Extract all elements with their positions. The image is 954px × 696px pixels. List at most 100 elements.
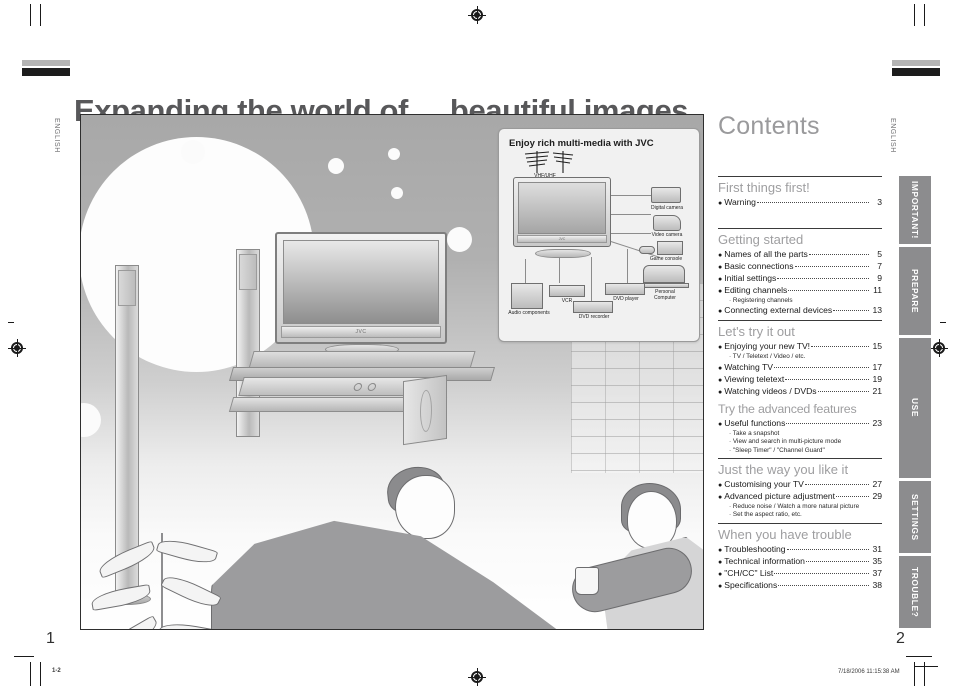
tone-bar-right [892, 60, 940, 76]
toc-entry[interactable]: ● Watching TV 17 [718, 362, 882, 374]
bubble-4 [388, 148, 400, 160]
link-video-camera [611, 214, 651, 215]
bullet-icon: ● [718, 288, 723, 295]
bullet-icon: ● [718, 252, 723, 259]
toc-section: Just the way you like it ● Customising you… [718, 458, 882, 520]
speaker-cone [420, 389, 432, 433]
man-head [395, 475, 455, 539]
toc-section-heading: Try the advanced features [718, 401, 857, 416]
link-digital-camera [611, 195, 651, 196]
index-tab-use[interactable]: USE [899, 338, 931, 478]
bullet-icon: ● [718, 376, 723, 384]
index-tab-label: TROUBLE? [910, 566, 920, 618]
toc-entry[interactable]: ● Customising your TV 27 [718, 479, 882, 491]
registration-mark-right [930, 339, 948, 357]
link-dvd-recorder [591, 257, 593, 301]
toc-entry-label: Useful functions [724, 417, 786, 428]
crop-mark-br-h [906, 656, 932, 657]
index-tab-trouble[interactable]: TROUBLE? [899, 556, 931, 628]
toc-section-heading: First things first! [718, 180, 810, 195]
tone-bar-left [22, 60, 70, 76]
footer-signature: 1-2 [52, 668, 61, 674]
toc-entry[interactable]: ● Connecting external devices 13 [718, 305, 882, 317]
toc-entry-page: 15 [872, 341, 882, 352]
toc-entry[interactable]: ● Viewing teletext 19 [718, 374, 882, 386]
diagram-tv-logo: JVC [517, 235, 607, 243]
living-room-tv: JVC [275, 232, 447, 344]
crop-mark-br-h2 [914, 666, 938, 667]
bullet-icon: ● [718, 482, 723, 490]
bubble-1 [181, 140, 205, 164]
toc-entry-page: 27 [872, 479, 882, 490]
label-video-camera: Video camera [651, 232, 683, 238]
toc-entry-page: 3 [877, 197, 882, 207]
toc-entry[interactable]: ● Troubleshooting 31 [718, 544, 882, 556]
crop-mark-bl-h [14, 656, 34, 657]
leader-dots [808, 254, 869, 255]
leader-dots [774, 572, 869, 574]
toc-subentry: Set the aspect ratio, etc. [729, 511, 882, 519]
toc-subentry: TV / Teletext / Video / etc. [729, 353, 882, 361]
toc-entry-label: Specifications [724, 579, 778, 590]
crop-mark-tl-v2 [40, 4, 41, 26]
link-dvd-player [627, 249, 629, 283]
toc-entry[interactable]: ● Editing channels 11 [718, 285, 882, 297]
index-tab-label: PREPARE [910, 268, 920, 314]
toc-entry[interactable]: ● Specifications 38 [718, 580, 882, 592]
toc-subentry: Take a snapshot [729, 430, 882, 438]
index-tab-label: IMPORTANT! [910, 181, 920, 239]
label-digital-camera: Digital camera [651, 205, 683, 211]
drinking-cup [575, 567, 599, 595]
registration-mark-bottom [468, 668, 486, 686]
toc-section: Let's try it out ● Enjoying your new TV! 15… [718, 320, 882, 397]
toc-entry-label: "CH/CC" List [724, 567, 774, 578]
crop-mark-l-h [8, 322, 14, 323]
toc-entry[interactable]: ● Enjoying your new TV! 15 [718, 341, 882, 353]
leader-dots [756, 202, 869, 203]
index-tab-settings[interactable]: SETTINGS [899, 481, 931, 553]
index-tab-prepare[interactable]: PREPARE [899, 247, 931, 335]
toc-subentry: Reduce noise / Watch a more natural pict… [729, 503, 882, 511]
audio-components-icon [511, 283, 543, 309]
tv-screen [283, 240, 439, 324]
bullet-icon: ● [718, 308, 723, 316]
language-tag-left: ENGLISH [53, 118, 60, 153]
toc-section-heading: Just the way you like it [718, 462, 849, 478]
bullet-icon: ● [718, 420, 723, 428]
tv-bezel-bottom: JVC [281, 326, 441, 338]
toc-entry[interactable]: ● Technical information 35 [718, 556, 882, 568]
toc-entry-page: 29 [872, 491, 882, 502]
crop-mark-tr-v [914, 4, 915, 26]
crop-mark-bl-v2 [40, 662, 41, 686]
language-tag-right: ENGLISH [889, 118, 896, 153]
toc-entry-label: Advanced picture adjustment [724, 491, 836, 502]
bubble-3 [391, 187, 403, 199]
toc-entry[interactable]: ● "CH/CC" List 37 [718, 568, 882, 580]
toc-entry-page: 38 [872, 579, 882, 590]
registration-mark-top [468, 6, 486, 24]
toc-section: When you have trouble ● Troubleshooting 31 ●… [718, 522, 882, 592]
toc-entry[interactable]: ● Watching videos / DVDs 21 [718, 386, 882, 398]
toc-entry-page: 17 [872, 361, 882, 372]
game-console-icon [657, 241, 683, 255]
toc-entry[interactable]: ● Advanced picture adjustment 29 [718, 491, 882, 503]
bullet-icon: ● [718, 276, 723, 283]
toc-entry-label: Customising your TV [724, 479, 804, 490]
speaker-driver-right [239, 254, 257, 290]
toc-entry[interactable]: ● Basic connections 7 [718, 261, 882, 273]
leader-dots [817, 390, 869, 392]
toc-entry[interactable]: ● Warning 3 [718, 197, 882, 209]
toc-entry[interactable]: ● Useful functions 23 [718, 418, 882, 430]
diagram-tv-stand [535, 249, 591, 258]
toc-entry[interactable]: ● Initial settings 9 [718, 273, 882, 285]
toc-entry[interactable]: ● Names of all the parts 5 [718, 249, 882, 261]
index-tab-important[interactable]: IMPORTANT! [899, 176, 931, 244]
bubble-2 [328, 158, 344, 174]
index-tab-column: IMPORTANT! PREPARE USE SETTINGS TROUBLE? [899, 176, 931, 631]
toc-entry-label: Names of all the parts [724, 249, 808, 259]
leader-dots [833, 310, 869, 312]
toc-section-heading: Getting started [718, 232, 804, 247]
satellite-speaker [403, 374, 447, 446]
toc-subentry: View and search in multi-picture mode [729, 438, 882, 446]
video-camera-icon [653, 215, 681, 231]
